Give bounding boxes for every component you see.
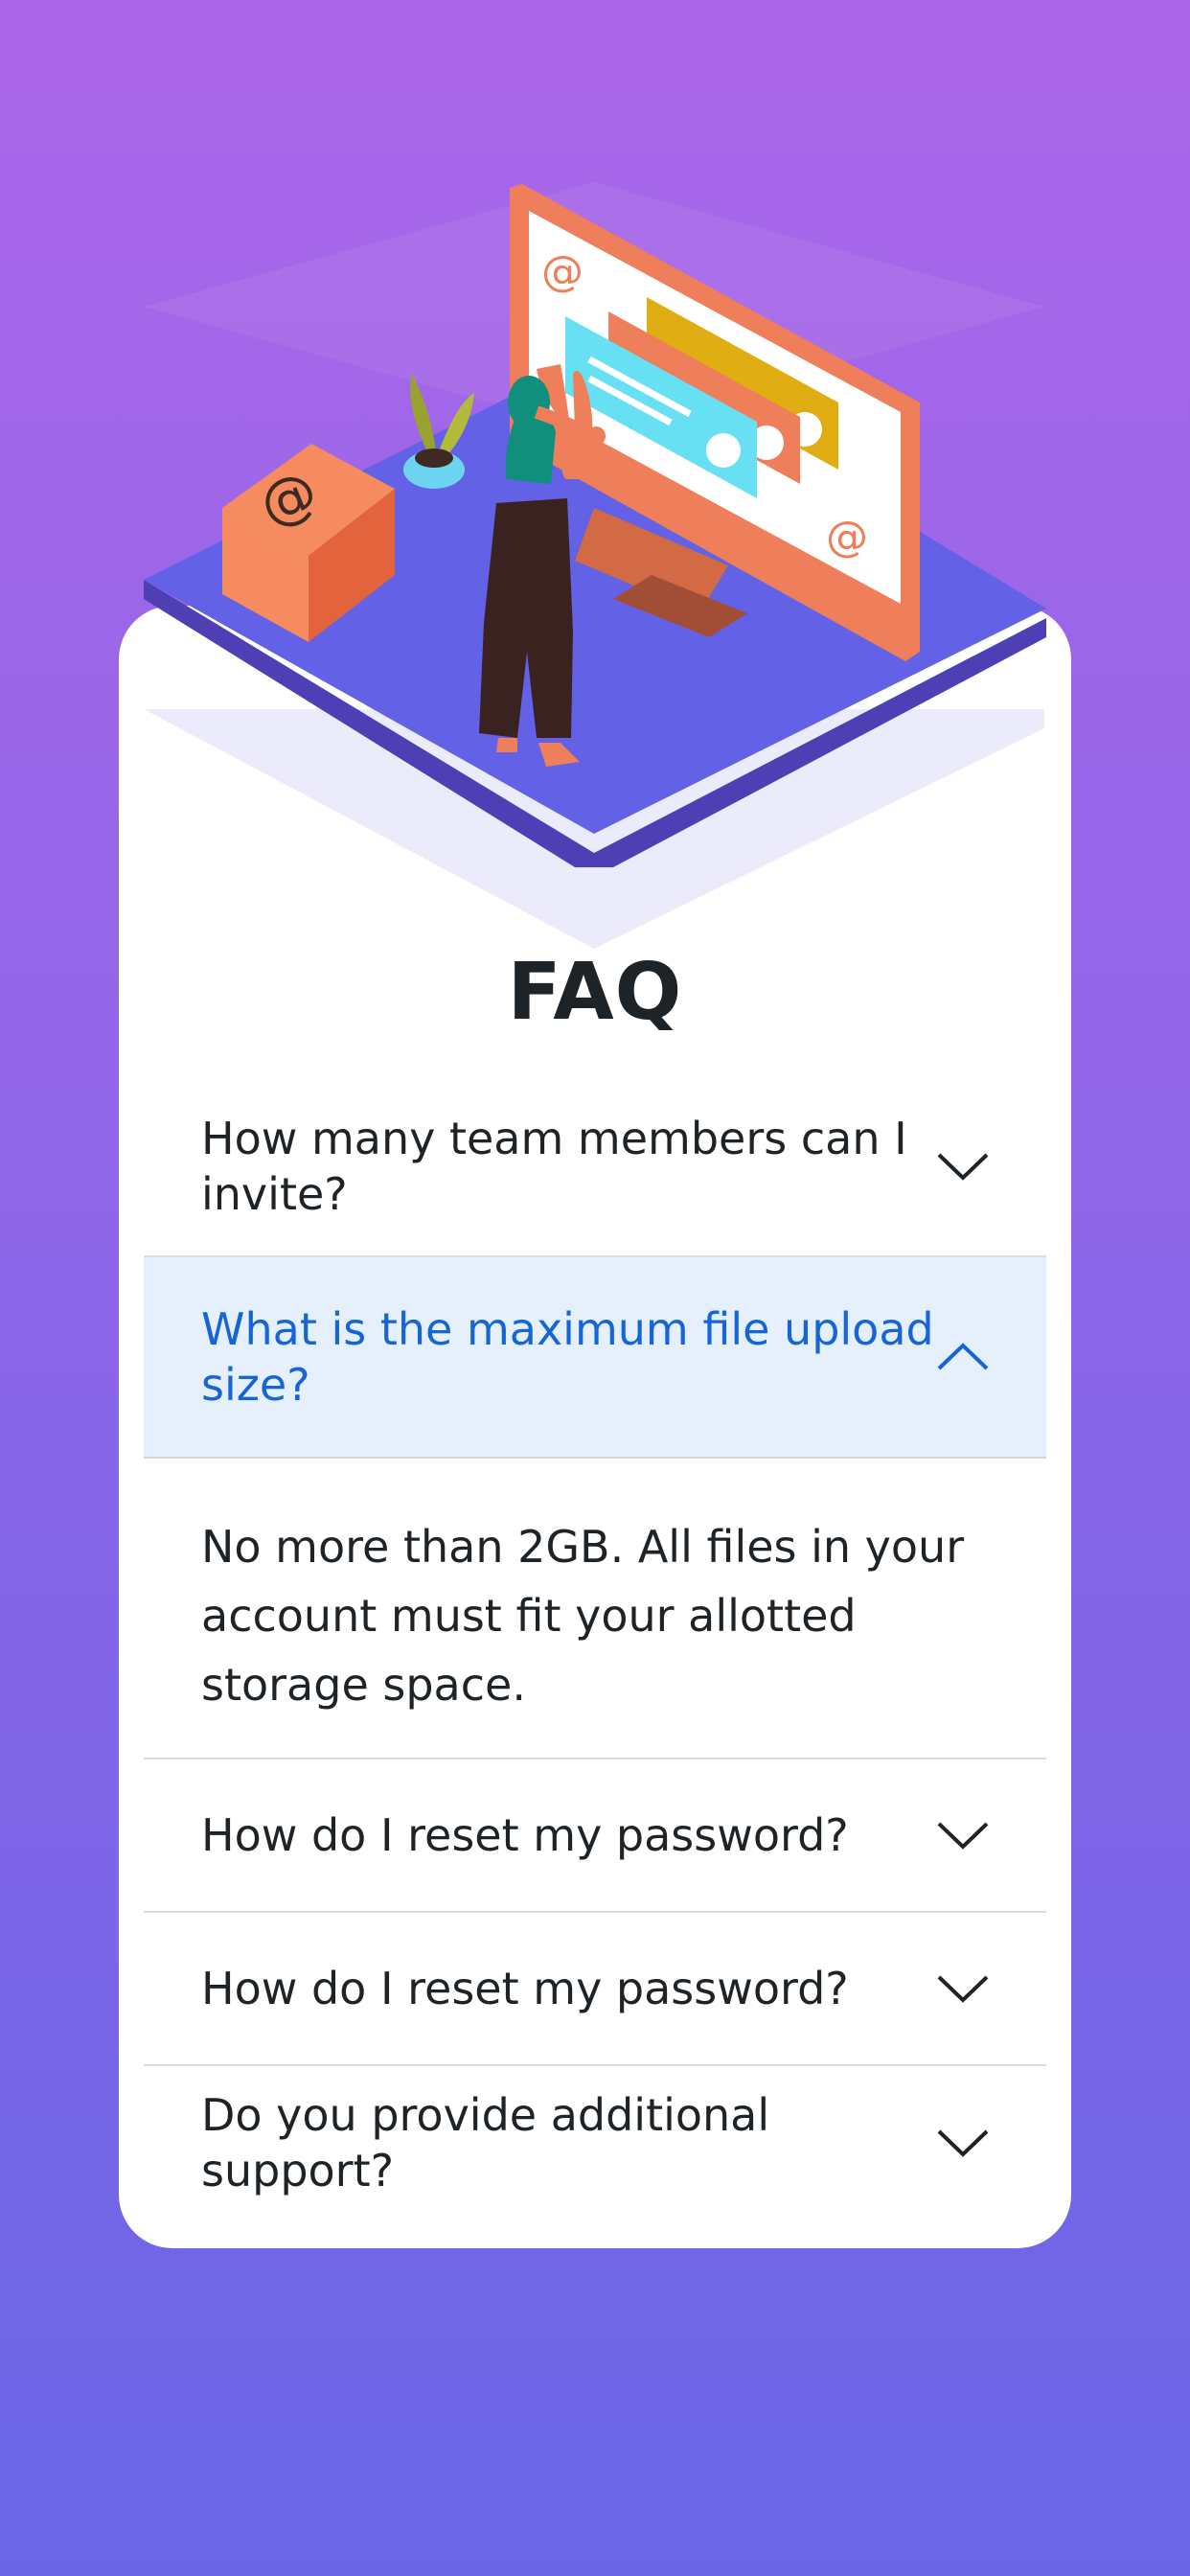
faq-question-text: What is the maximum file upload size?	[201, 1303, 934, 1411]
faq-question-text: How do I reset my password?	[201, 1809, 849, 1861]
faq-question-button[interactable]: How many team members can I invite?	[144, 1077, 1046, 1255]
faq-item: How do I reset my password?	[144, 1760, 1046, 1913]
faq-question-button[interactable]: Do you provide additional support?	[144, 2066, 1046, 2220]
chevron-down-icon	[937, 2129, 989, 2157]
svg-text:@: @	[826, 513, 868, 562]
chevron-down-icon	[937, 1822, 989, 1850]
email-workspace-illustration: @ @ @	[144, 182, 1046, 949]
faq-question-text: How do I reset my password?	[201, 1963, 849, 2014]
faq-item: Do you provide additional support?	[144, 2066, 1046, 2220]
chevron-up-icon	[937, 1343, 989, 1370]
faq-item: How many team members can I invite?	[144, 1077, 1046, 1257]
faq-question-button[interactable]: How do I reset my password?	[144, 1760, 1046, 1911]
svg-text:@: @	[541, 247, 584, 296]
chevron-down-icon	[937, 1153, 989, 1181]
faq-question-button[interactable]: What is the maximum file upload size?	[144, 1257, 1046, 1459]
page-title: FAQ	[507, 947, 683, 1038]
faq-question-text: How many team members can I invite?	[201, 1113, 907, 1220]
faq-question-text: Do you provide additional support?	[201, 2089, 770, 2196]
faq-answer-text: No more than 2GB. All files in your acco…	[201, 1521, 965, 1711]
faq-item: How do I reset my password?	[144, 1913, 1046, 2066]
chevron-down-icon	[937, 1975, 989, 2003]
faq-list: How many team members can I invite? What…	[144, 1077, 1046, 2220]
faq-item: What is the maximum file upload size? No…	[144, 1257, 1046, 1760]
faq-question-button[interactable]: How do I reset my password?	[144, 1913, 1046, 2064]
